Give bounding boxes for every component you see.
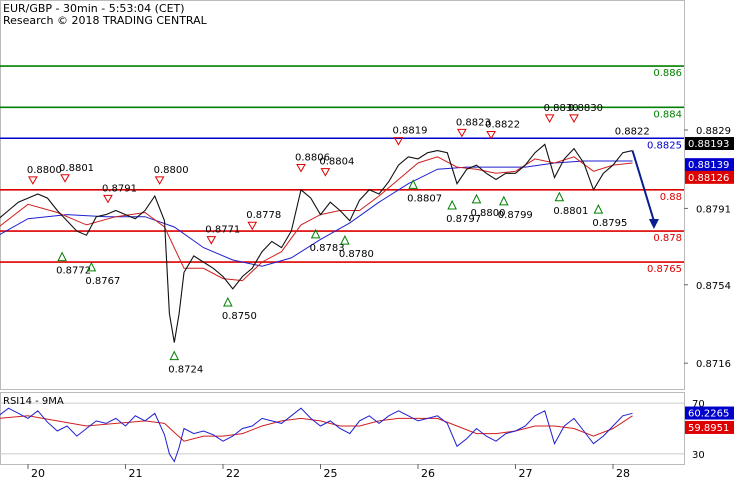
x-tick-label-3: 25 (324, 467, 338, 480)
low-label-25: 0.8795 (592, 218, 627, 229)
low-label-16: 0.8724 (168, 365, 203, 376)
high-label-10: 0.8822 (485, 119, 520, 130)
high-label-8: 0.8819 (393, 126, 428, 137)
price-tag-2: 0.88126 (688, 173, 729, 184)
high-label-0: 0.8800 (27, 165, 62, 176)
level-label-1: 0.884 (653, 109, 682, 120)
chart-research: Research © 2018 TRADING CENTRAL (3, 14, 208, 27)
level-label-5: 0.8765 (647, 264, 682, 275)
high-label-1: 0.8801 (59, 163, 94, 174)
low-label-19: 0.8780 (339, 249, 374, 260)
x-tick-label-4: 26 (421, 467, 435, 480)
level-label-3: 0.88 (660, 192, 682, 203)
x-tick-label-1: 21 (129, 467, 143, 480)
low-label-20: 0.8807 (407, 193, 442, 204)
rsi-tag-1: 59.8951 (688, 423, 729, 434)
y-tick-label-1: 0.8791 (696, 204, 731, 215)
y-tick-label-0: 0.8829 (696, 126, 731, 137)
low-label-17: 0.8750 (222, 311, 257, 322)
high-label-7: 0.8804 (319, 157, 354, 168)
x-tick-label-2: 22 (226, 467, 240, 480)
chart-svg: 0.8860.8840.88250.880.8780.8765 0.88000.… (0, 0, 735, 480)
high-label-5: 0.8778 (246, 210, 281, 221)
x-tick-label-0: 20 (31, 467, 45, 480)
x-tick-label-6: 28 (616, 467, 630, 480)
level-label-0: 0.886 (653, 68, 682, 79)
low-label-15: 0.8767 (85, 276, 120, 287)
price-tag-1: 0.88139 (688, 160, 729, 171)
note-label-13: 0.8822 (615, 126, 650, 137)
y-tick-label-2: 0.8754 (696, 281, 731, 292)
high-label-3: 0.8800 (154, 165, 189, 176)
y-tick-label-3: 0.8716 (696, 359, 731, 370)
low-label-23: 0.8799 (498, 210, 533, 221)
level-label-4: 0.878 (653, 233, 682, 244)
level-label-2: 0.8825 (647, 140, 682, 151)
high-label-4: 0.8771 (205, 225, 240, 236)
rsi-tick-label-1: 30 (692, 450, 705, 461)
high-label-2: 0.8791 (102, 183, 137, 194)
low-label-24: 0.8801 (553, 206, 588, 217)
x-tick-label-5: 27 (519, 467, 533, 480)
high-label-12: 0.8830 (568, 103, 603, 114)
rsi-title: RSI14 - 9MA (3, 396, 64, 407)
rsi-tag-0: 60.2265 (688, 409, 729, 420)
chart-root: 0.886 0.884 0.8825 0.88 0.878 0.8765 0.8800 0.… (0, 0, 735, 480)
price-tag-0: 0.88193 (688, 139, 729, 150)
